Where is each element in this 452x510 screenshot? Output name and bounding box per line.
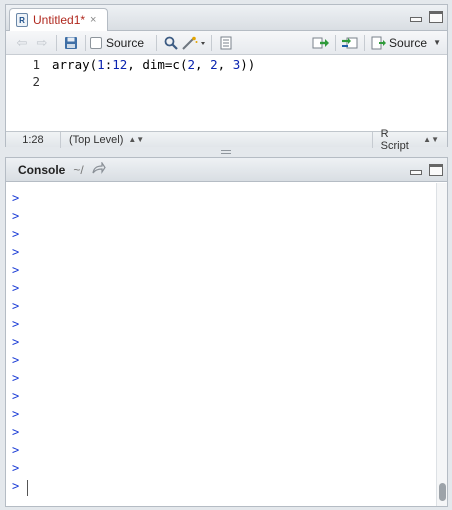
console-prompt: >	[12, 245, 20, 259]
console-header: Console ~/	[6, 158, 447, 182]
code-tools-wand-icon[interactable]	[181, 34, 207, 52]
console-prompt: >	[12, 389, 20, 403]
toolbar-divider	[211, 34, 213, 51]
console-prompt: >	[12, 281, 20, 295]
toolbar-divider	[335, 34, 337, 51]
console-prompt: >	[12, 479, 20, 493]
console-title: Console	[18, 162, 66, 177]
console-prompt: >	[12, 263, 20, 277]
updown-arrows-icon: ▲▼	[423, 135, 439, 144]
console-prompt: >	[12, 443, 20, 457]
console-prompt: >	[12, 335, 20, 349]
filetype-label: R Script	[380, 127, 409, 152]
scrollbar-thumb[interactable]	[439, 483, 446, 501]
go-to-directory-icon[interactable]	[92, 161, 106, 177]
forward-arrow-icon[interactable]: ⇨	[32, 34, 52, 52]
line-number-gutter: 1 2	[6, 56, 46, 130]
toolbar-divider	[156, 34, 158, 51]
editor-status-bar: 1:28 (Top Level) ▲▼ R Script ▲▼	[6, 128, 447, 152]
toolbar-divider	[364, 34, 366, 51]
code-token: , dim=c(	[127, 57, 188, 72]
code-token: array(	[52, 57, 98, 72]
code-token: ,	[195, 57, 211, 72]
tab-close-icon[interactable]: ×	[90, 14, 96, 26]
console-prompt: >	[12, 461, 20, 475]
console-prompt: >	[12, 317, 20, 331]
source-dropdown-caret-icon[interactable]: ▼	[433, 38, 441, 47]
source-editor-pane: R Untitled1* × ⇦ ⇨ Source Source ▼ 1 2 a…	[5, 4, 448, 152]
console-prompt: >	[12, 191, 20, 205]
source-on-save-checkbox[interactable]	[90, 36, 102, 49]
tab-label: Untitled1*	[33, 13, 86, 27]
toolbar-divider	[85, 34, 86, 51]
console-prompt: >	[12, 209, 20, 223]
cursor-position: 1:28	[6, 131, 61, 148]
compile-notebook-icon[interactable]	[216, 34, 236, 52]
code-number: 1	[97, 57, 105, 72]
console-prompt: >	[12, 227, 20, 241]
console-prompt: >	[12, 371, 20, 385]
console-prompt: >	[12, 407, 20, 421]
line-number: 1	[32, 57, 40, 72]
code-number: 12	[112, 57, 128, 72]
scope-label: (Top Level)	[68, 133, 124, 146]
tab-untitled1[interactable]: R Untitled1* ×	[9, 8, 108, 31]
find-replace-icon[interactable]	[161, 34, 181, 52]
pane-splitter-handle[interactable]	[221, 150, 231, 155]
code-number: 2	[187, 57, 196, 72]
editor-toolbar: ⇦ ⇨ Source Source ▼	[6, 31, 447, 55]
toolbar-divider	[56, 34, 57, 51]
maximize-pane-icon[interactable]	[429, 164, 443, 176]
scope-selector[interactable]: (Top Level) ▲▼	[61, 131, 373, 148]
r-document-icon: R	[16, 13, 28, 27]
rerun-region-icon[interactable]	[340, 34, 360, 52]
source-file-icon[interactable]	[369, 34, 389, 52]
code-token: ,	[217, 57, 233, 72]
minimize-pane-icon[interactable]	[409, 164, 423, 176]
editor-tab-bar: R Untitled1* ×	[6, 5, 447, 31]
back-arrow-icon[interactable]: ⇦	[12, 34, 32, 52]
text-cursor	[27, 480, 28, 496]
console-output[interactable]: > > > > > > > > > > > > > > > > >	[6, 183, 436, 506]
console-prompt: >	[12, 299, 20, 313]
code-editor[interactable]: 1 2 array(1:12, dim=c(2, 2, 3))	[6, 56, 447, 130]
maximize-pane-icon[interactable]	[429, 11, 443, 23]
console-working-dir: ~/	[73, 162, 84, 177]
console-pane: Console ~/ > > > > > > > > > > > > > > > > >	[5, 157, 448, 507]
source-button[interactable]: Source	[389, 36, 427, 50]
minimize-pane-icon[interactable]	[409, 11, 423, 23]
console-scrollbar[interactable]	[436, 183, 447, 506]
code-number: 2	[210, 57, 218, 72]
console-prompt: >	[12, 353, 20, 367]
filetype-selector[interactable]: R Script ▲▼	[373, 128, 447, 152]
save-icon[interactable]	[61, 34, 81, 52]
line-number: 2	[32, 74, 40, 89]
updown-arrows-icon: ▲▼	[128, 135, 145, 144]
code-token: ))	[240, 57, 256, 72]
code-line[interactable]: array(1:12, dim=c(2, 2, 3))	[52, 57, 255, 72]
console-prompt: >	[12, 425, 20, 439]
run-line-icon[interactable]	[311, 34, 331, 52]
source-on-save-label: Source	[106, 35, 145, 50]
